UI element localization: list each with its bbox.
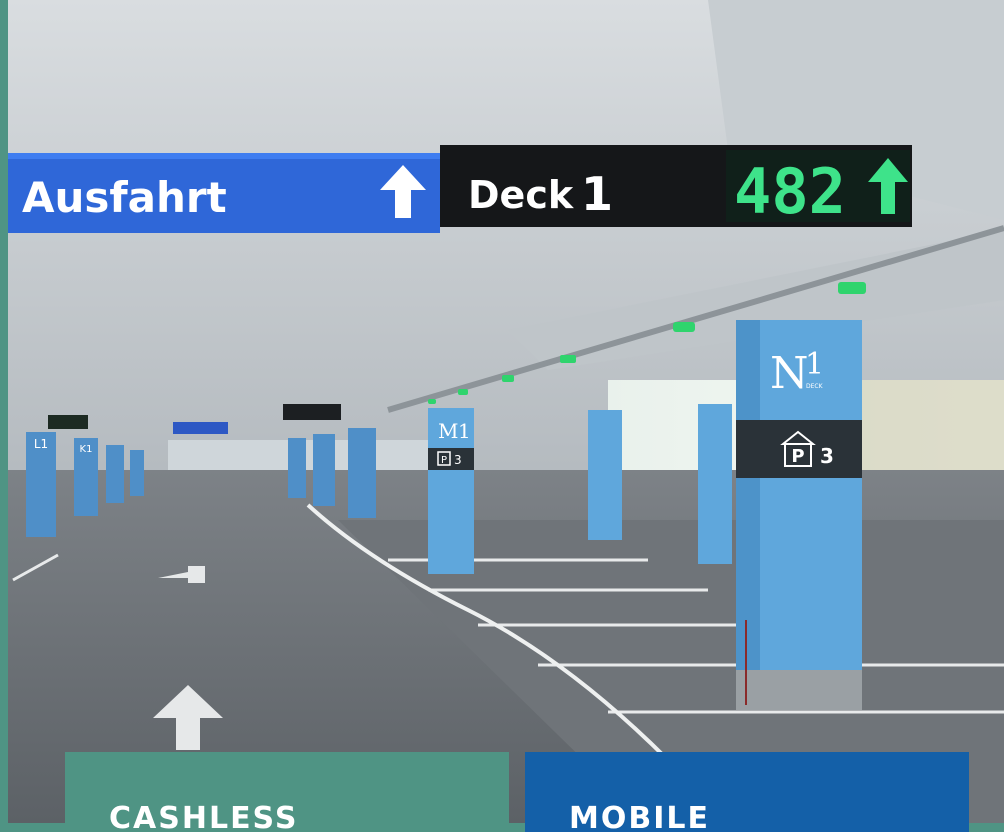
pillar-m1-parking-letter: P bbox=[441, 455, 447, 466]
pillar-bg-8 bbox=[588, 410, 622, 540]
pillar-k1-label: K1 bbox=[80, 444, 93, 455]
exit-sign-label: Ausfahrt bbox=[22, 173, 227, 222]
cashless-card-title: CASHLESS bbox=[109, 801, 299, 832]
counter-value: 482 bbox=[734, 155, 846, 228]
pillar-bg-4 bbox=[130, 450, 144, 496]
pillar-n1-parking-letter: P bbox=[791, 446, 804, 467]
cashless-card[interactable]: CASHLESS bbox=[65, 752, 509, 832]
pillar-m1-parking-number: 3 bbox=[454, 453, 462, 467]
pillar-bg-9 bbox=[698, 404, 732, 564]
pillar-n1-base bbox=[736, 670, 862, 710]
deck-sign-word: Deck bbox=[468, 173, 574, 217]
pillar-bg-7 bbox=[348, 428, 376, 518]
pillar-n1-letter: N bbox=[770, 348, 809, 399]
pillar-m1-letter: M bbox=[438, 419, 458, 443]
mobile-card-title: MOBILE bbox=[569, 801, 710, 832]
small-sign-blue bbox=[173, 422, 228, 434]
mobile-card[interactable]: MOBILE bbox=[525, 752, 969, 832]
exit-sign-highlight bbox=[8, 153, 440, 159]
pillar-m1-number: 1 bbox=[458, 419, 471, 443]
pillar-bg-6 bbox=[313, 434, 335, 506]
pillar-n1-side bbox=[736, 320, 760, 710]
pillar-n1-small: DECK bbox=[806, 383, 824, 390]
parking-garage-photo: L1 K1 M 1 P 3 N 1 DECK P 3 Ausfahrt Deck… bbox=[8, 0, 1004, 823]
pillar-n1-parking-number: 3 bbox=[820, 444, 834, 468]
pillar-l1-label: L1 bbox=[34, 437, 48, 451]
small-sign-dark bbox=[283, 404, 341, 420]
deck-sign-number: 1 bbox=[581, 167, 613, 221]
pillar-bg-3 bbox=[106, 445, 124, 503]
pillar-bg-5 bbox=[288, 438, 306, 498]
pillar-m1-band bbox=[428, 448, 474, 470]
pillar-n1-number: 1 bbox=[805, 347, 824, 382]
small-sign-green bbox=[48, 415, 88, 429]
